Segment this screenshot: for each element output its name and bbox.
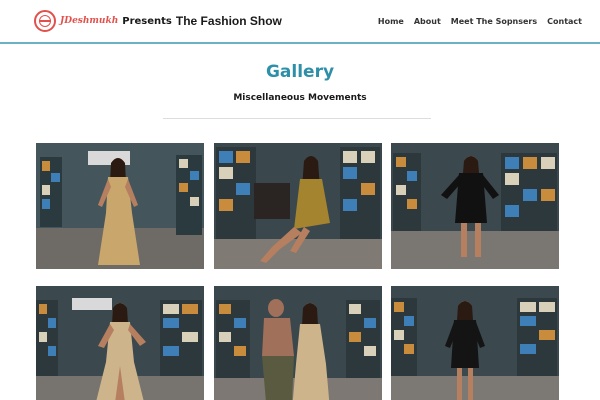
photo-black-sequin-bodycon [391,286,559,400]
photo-gold-gown-slit [36,286,204,400]
photo-gold-gown-standing [36,143,204,269]
photo-black-sequin-dress [391,143,559,269]
globe-logo-icon[interactable] [34,10,56,32]
nav-home-link[interactable]: Home [378,17,404,26]
gallery-subtitle: Miscellaneous Movements [233,93,367,103]
section-divider [163,118,431,119]
show-title: The Fashion Show [175,14,282,28]
gallery-title: Gallery [265,62,335,82]
nav-sponsors-link[interactable]: Meet The Sopnsers [451,17,537,26]
nav-about-link[interactable]: About [414,17,441,26]
gallery-photo-5[interactable] [214,286,382,400]
gallery-photo-2[interactable] [214,143,382,269]
photo-gold-dress-seated [214,143,382,269]
brand-name[interactable]: JDeshmukh [60,16,118,26]
photo-couple [214,286,382,400]
nav-contact-link[interactable]: Contact [547,17,582,26]
gallery-photo-1[interactable] [36,143,204,269]
presents-label: Presents [122,15,172,27]
gallery-photo-3[interactable] [391,143,559,269]
gallery-photo-4[interactable] [36,286,204,400]
gallery-photo-6[interactable] [391,286,559,400]
nav-menu: Home About Meet The Sopnsers Contact [378,17,582,26]
navbar: JDeshmukh Presents The Fashion Show Home… [0,0,600,44]
